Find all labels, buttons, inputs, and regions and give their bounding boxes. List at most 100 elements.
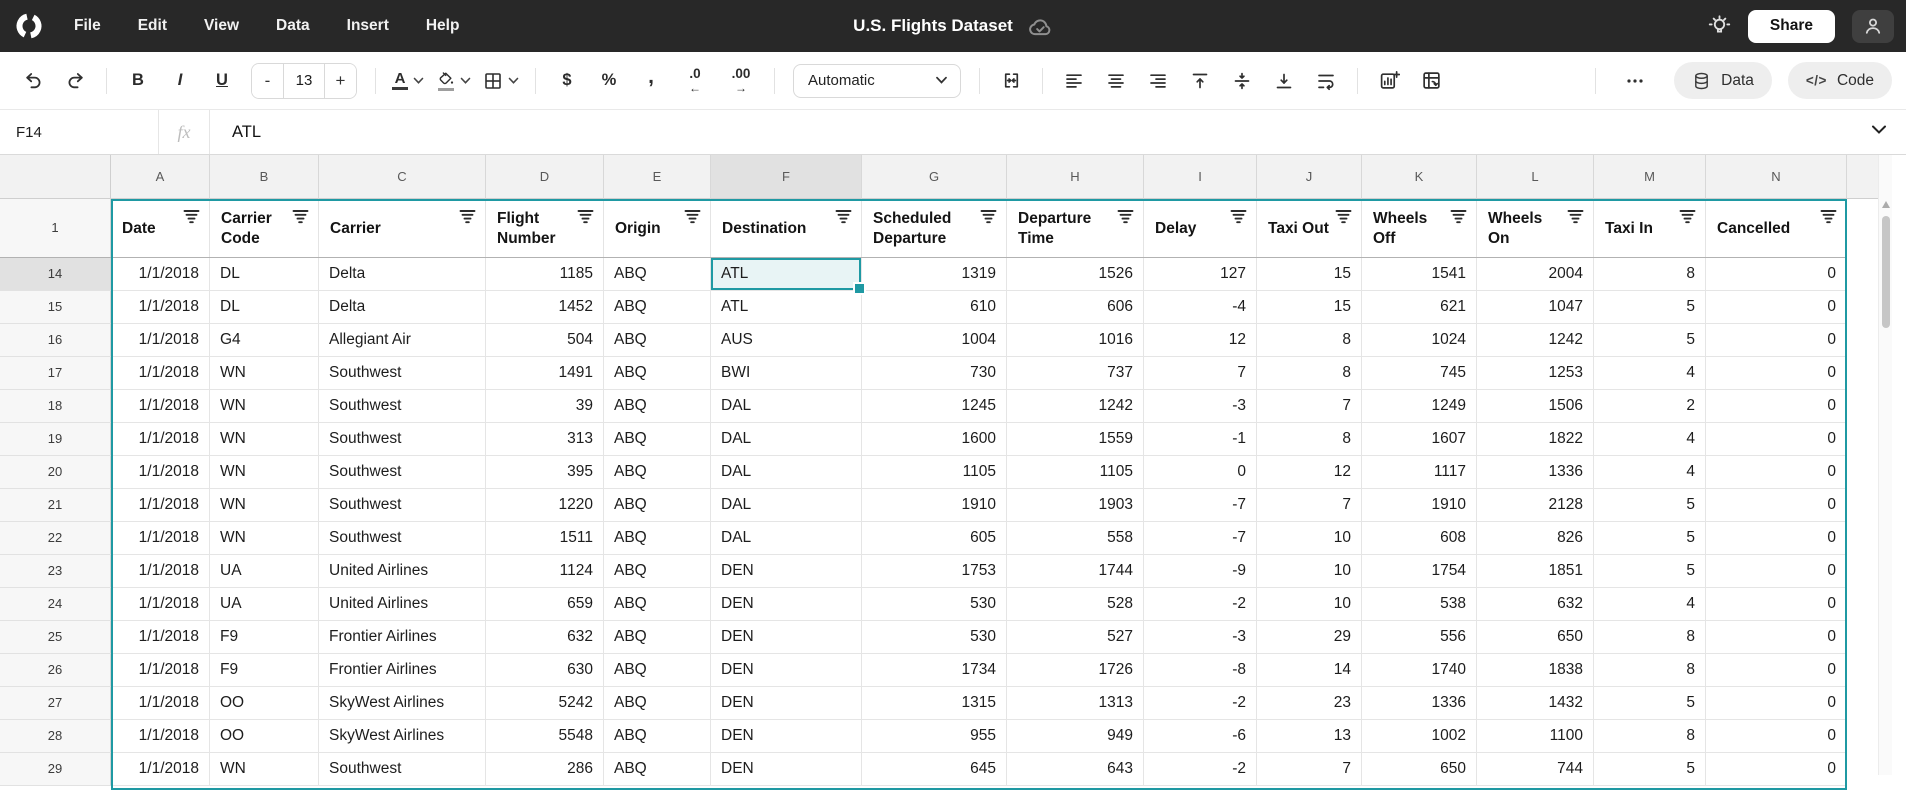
cell-B24[interactable]: UA [210, 588, 319, 621]
cell-I29[interactable]: -2 [1144, 753, 1257, 786]
cell-A26[interactable]: 1/1/2018 [111, 654, 210, 687]
formula-input[interactable]: ATL [210, 123, 1870, 142]
cell-A23[interactable]: 1/1/2018 [111, 555, 210, 588]
redo-button[interactable] [60, 66, 90, 96]
column-header-F[interactable]: F [711, 155, 862, 199]
cell-K29[interactable]: 650 [1362, 753, 1477, 786]
cell-J24[interactable]: 10 [1257, 588, 1362, 621]
account-button[interactable] [1852, 10, 1894, 43]
filter-icon[interactable] [183, 209, 200, 224]
cell-E29[interactable]: ABQ [604, 753, 711, 786]
cell-B20[interactable]: WN [210, 456, 319, 489]
cell-H18[interactable]: 1242 [1007, 390, 1144, 423]
cell-N14[interactable]: 0 [1706, 258, 1847, 291]
cell-I28[interactable]: -6 [1144, 720, 1257, 753]
column-header-A[interactable]: A [111, 155, 210, 199]
cell-N24[interactable]: 0 [1706, 588, 1847, 621]
table-header-cancelled[interactable]: Cancelled [1706, 199, 1847, 258]
text-wrap-button[interactable] [1311, 66, 1341, 96]
cell-F25[interactable]: DEN [711, 621, 862, 654]
decrease-decimals-button[interactable]: .0 ← [678, 66, 712, 96]
cell-B18[interactable]: WN [210, 390, 319, 423]
cell-J14[interactable]: 15 [1257, 258, 1362, 291]
row-header-14[interactable]: 14 [0, 258, 111, 291]
cell-C14[interactable]: Delta [319, 258, 486, 291]
cell-I19[interactable]: -1 [1144, 423, 1257, 456]
row-header-25[interactable]: 25 [0, 621, 111, 654]
cell-G19[interactable]: 1600 [862, 423, 1007, 456]
percent-format-button[interactable]: % [594, 66, 624, 96]
cell-K18[interactable]: 1249 [1362, 390, 1477, 423]
table-header-carrier-code[interactable]: Carrier Code [210, 199, 319, 258]
cell-N22[interactable]: 0 [1706, 522, 1847, 555]
cell-K14[interactable]: 1541 [1362, 258, 1477, 291]
name-box[interactable]: F14 [0, 110, 158, 154]
cell-D25[interactable]: 632 [486, 621, 604, 654]
cell-F23[interactable]: DEN [711, 555, 862, 588]
cell-A19[interactable]: 1/1/2018 [111, 423, 210, 456]
cell-G20[interactable]: 1105 [862, 456, 1007, 489]
row-header-24[interactable]: 24 [0, 588, 111, 621]
cell-G26[interactable]: 1734 [862, 654, 1007, 687]
cell-H24[interactable]: 528 [1007, 588, 1144, 621]
app-logo-icon[interactable] [14, 11, 44, 41]
cell-D19[interactable]: 313 [486, 423, 604, 456]
cell-K25[interactable]: 556 [1362, 621, 1477, 654]
cell-L28[interactable]: 1100 [1477, 720, 1594, 753]
row-header-21[interactable]: 21 [0, 489, 111, 522]
cell-E21[interactable]: ABQ [604, 489, 711, 522]
cell-I17[interactable]: 7 [1144, 357, 1257, 390]
cell-L23[interactable]: 1851 [1477, 555, 1594, 588]
cell-J16[interactable]: 8 [1257, 324, 1362, 357]
cell-M16[interactable]: 5 [1594, 324, 1706, 357]
cell-J19[interactable]: 8 [1257, 423, 1362, 456]
cell-M23[interactable]: 5 [1594, 555, 1706, 588]
cell-H22[interactable]: 558 [1007, 522, 1144, 555]
cell-A22[interactable]: 1/1/2018 [111, 522, 210, 555]
cell-J17[interactable]: 8 [1257, 357, 1362, 390]
cell-D23[interactable]: 1124 [486, 555, 604, 588]
filter-icon[interactable] [1567, 209, 1584, 224]
merge-cells-button[interactable] [996, 66, 1026, 96]
cell-A18[interactable]: 1/1/2018 [111, 390, 210, 423]
row-header-28[interactable]: 28 [0, 720, 111, 753]
cell-D22[interactable]: 1511 [486, 522, 604, 555]
font-size-decrease-button[interactable]: - [252, 64, 283, 98]
cell-D16[interactable]: 504 [486, 324, 604, 357]
more-options-button[interactable] [1618, 66, 1652, 96]
select-all-corner[interactable] [0, 155, 111, 199]
cell-M18[interactable]: 2 [1594, 390, 1706, 423]
cell-D18[interactable]: 39 [486, 390, 604, 423]
cell-B26[interactable]: F9 [210, 654, 319, 687]
cell-N15[interactable]: 0 [1706, 291, 1847, 324]
cell-E28[interactable]: ABQ [604, 720, 711, 753]
column-header-E[interactable]: E [604, 155, 711, 199]
column-header-K[interactable]: K [1362, 155, 1477, 199]
cell-D28[interactable]: 5548 [486, 720, 604, 753]
menu-edit[interactable]: Edit [138, 17, 167, 35]
cell-A29[interactable]: 1/1/2018 [111, 753, 210, 786]
cell-K20[interactable]: 1117 [1362, 456, 1477, 489]
bold-button[interactable]: B [123, 66, 153, 96]
table-header-wheels-off[interactable]: Wheels Off [1362, 199, 1477, 258]
share-button[interactable]: Share [1748, 10, 1835, 43]
cell-C16[interactable]: Allegiant Air [319, 324, 486, 357]
cell-B14[interactable]: DL [210, 258, 319, 291]
cell-K16[interactable]: 1024 [1362, 324, 1477, 357]
cell-I18[interactable]: -3 [1144, 390, 1257, 423]
cell-N20[interactable]: 0 [1706, 456, 1847, 489]
cell-B29[interactable]: WN [210, 753, 319, 786]
cell-G25[interactable]: 530 [862, 621, 1007, 654]
filter-icon[interactable] [1820, 209, 1837, 224]
menu-data[interactable]: Data [276, 17, 310, 35]
cell-F22[interactable]: DAL [711, 522, 862, 555]
cell-M14[interactable]: 8 [1594, 258, 1706, 291]
cell-H16[interactable]: 1016 [1007, 324, 1144, 357]
cell-B16[interactable]: G4 [210, 324, 319, 357]
cell-E24[interactable]: ABQ [604, 588, 711, 621]
cell-C29[interactable]: Southwest [319, 753, 486, 786]
cell-M20[interactable]: 4 [1594, 456, 1706, 489]
cell-E26[interactable]: ABQ [604, 654, 711, 687]
cell-C19[interactable]: Southwest [319, 423, 486, 456]
table-header-scheduled-departure[interactable]: Scheduled Departure [862, 199, 1007, 258]
